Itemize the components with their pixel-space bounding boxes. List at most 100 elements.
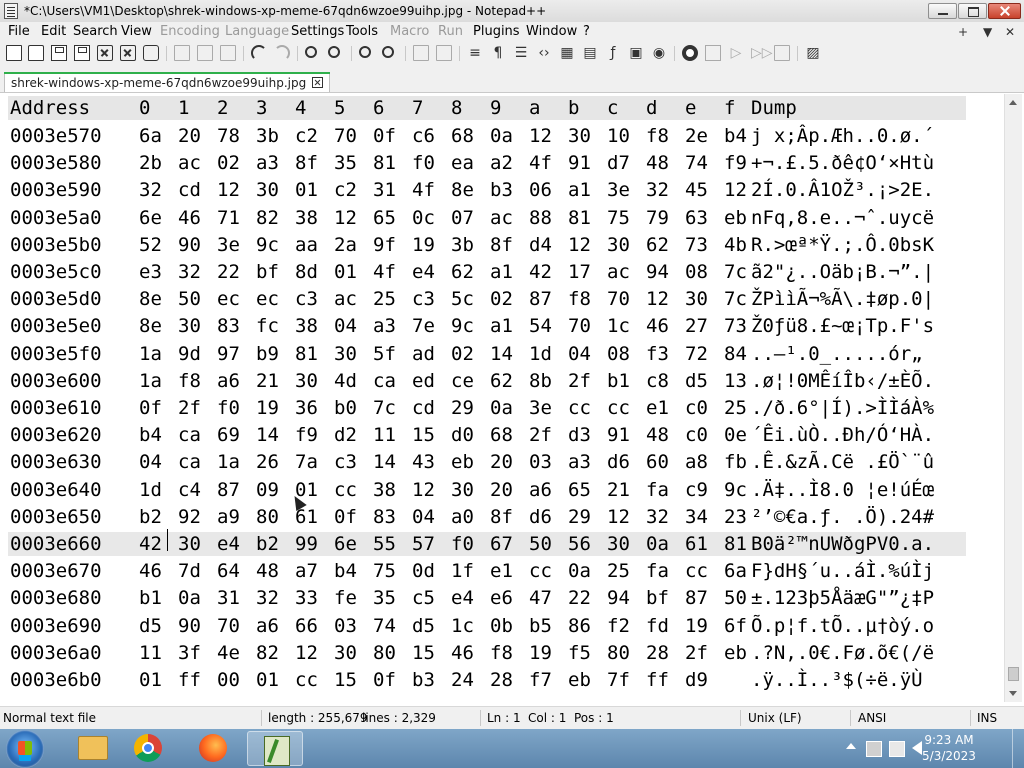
byte-cell[interactable]: 4e [217, 641, 240, 665]
byte-cell[interactable]: 1a [217, 450, 240, 474]
byte-cell[interactable]: 32 [646, 178, 669, 202]
byte-cell[interactable]: 81 [724, 532, 747, 556]
byte-cell[interactable]: a3 [568, 450, 591, 474]
row-dump[interactable]: +¬.£.5.ðê¢O‘×Htù [751, 151, 934, 175]
byte-cell[interactable]: 7c [724, 287, 747, 311]
byte-cell[interactable]: b3 [412, 668, 435, 692]
byte-cell[interactable]: fb [724, 450, 747, 474]
byte-cell[interactable]: 91 [568, 151, 591, 175]
byte-cell[interactable]: 52 [139, 233, 162, 257]
run-macro-multiple-icon[interactable]: ▷▷ [751, 45, 773, 61]
document-tab[interactable]: shrek-windows-xp-meme-67qdn6wzoe99uihp.j… [4, 72, 331, 92]
byte-cell[interactable]: 08 [607, 342, 630, 366]
byte-cell[interactable]: 0e [724, 423, 747, 447]
byte-cell[interactable]: 83 [217, 314, 240, 338]
menu-search[interactable]: Search [73, 24, 118, 39]
byte-cell[interactable]: ac [607, 260, 630, 284]
byte-cell[interactable]: 2e [685, 124, 708, 148]
byte-cell[interactable]: 12 [724, 178, 747, 202]
byte-cell[interactable]: 86 [568, 614, 591, 638]
byte-cell[interactable]: 6e [139, 206, 162, 230]
byte-cell[interactable]: 11 [139, 641, 162, 665]
byte-cell[interactable]: 75 [607, 206, 630, 230]
byte-cell[interactable]: 31 [373, 178, 396, 202]
byte-cell[interactable]: b0 [334, 396, 357, 420]
menu-help[interactable]: ? [583, 24, 590, 39]
byte-cell[interactable]: 23 [724, 505, 747, 529]
byte-cell[interactable]: e3 [139, 260, 162, 284]
byte-cell[interactable]: b1 [139, 586, 162, 610]
byte-cell[interactable]: 68 [451, 124, 474, 148]
byte-cell[interactable]: ad [412, 342, 435, 366]
byte-cell[interactable]: 30 [451, 478, 474, 502]
byte-cell[interactable]: e4 [217, 532, 240, 556]
menu-settings[interactable]: Settings [291, 24, 344, 39]
byte-cell[interactable]: f8 [490, 641, 513, 665]
byte-cell[interactable]: ac [490, 206, 513, 230]
byte-cell[interactable]: 01 [295, 178, 318, 202]
byte-cell[interactable]: 4d [334, 369, 357, 393]
record-macro-icon[interactable] [682, 45, 698, 61]
row-dump[interactable]: .ÿ..Ì..³$(÷ë.ÿÙ [751, 668, 923, 692]
byte-cell[interactable]: 63 [685, 206, 708, 230]
byte-cell[interactable]: 6e [334, 532, 357, 556]
byte-cell[interactable]: d9 [685, 668, 708, 692]
byte-cell[interactable]: a6 [529, 478, 552, 502]
byte-cell[interactable]: 10 [607, 124, 630, 148]
tab-list-dropdown-icon[interactable]: ▼ [983, 25, 992, 39]
byte-cell[interactable]: ca [178, 423, 201, 447]
byte-cell[interactable]: 4f [412, 178, 435, 202]
byte-cell[interactable]: a6 [217, 369, 240, 393]
hex-row[interactable]: 0003e610 0f 2f f0 19 36 b0 7c cd 29 0a 3e cc cc e1 c0 25… [8, 396, 966, 420]
byte-cell[interactable]: 1d [139, 478, 162, 502]
byte-cell[interactable]: 60 [646, 450, 669, 474]
byte-cell[interactable]: 2a [334, 233, 357, 257]
maximize-button[interactable] [958, 3, 987, 19]
byte-cell[interactable]: d5 [685, 369, 708, 393]
byte-cell[interactable]: 1d [529, 342, 552, 366]
byte-cell[interactable]: 25 [724, 396, 747, 420]
byte-cell[interactable]: 12 [217, 178, 240, 202]
byte-cell[interactable]: 28 [490, 668, 513, 692]
hex-row[interactable]: 0003e5e0 8e 30 83 fc 38 04 a3 7e 9c a1 54 70 1c 46 27 73… [8, 314, 966, 338]
byte-cell[interactable]: 81 [373, 151, 396, 175]
byte-cell[interactable]: 12 [412, 478, 435, 502]
undo-icon[interactable] [251, 45, 267, 61]
taskbar-firefox[interactable] [185, 731, 241, 766]
byte-cell[interactable]: 0d [412, 559, 435, 583]
scroll-down-arrow-icon[interactable] [1005, 685, 1022, 702]
byte-cell[interactable]: ec [217, 287, 240, 311]
byte-cell[interactable]: 61 [685, 532, 708, 556]
byte-cell[interactable]: 01 [256, 668, 279, 692]
zoom-out-icon[interactable] [382, 46, 394, 58]
byte-cell[interactable]: ea [451, 151, 474, 175]
byte-cell[interactable]: 14 [256, 423, 279, 447]
byte-cell[interactable]: a7 [295, 559, 318, 583]
byte-cell[interactable]: b5 [529, 614, 552, 638]
byte-cell[interactable]: eb [568, 668, 591, 692]
menu-view[interactable]: View [121, 24, 152, 39]
hex-row[interactable]: 0003e6a0 11 3f 4e 82 12 30 80 15 46 f8 19 f5 80 28 2f eb… [8, 641, 966, 665]
start-button-windows-icon[interactable] [6, 730, 44, 768]
close-document-icon[interactable]: ✕ [1005, 25, 1015, 39]
byte-cell[interactable]: 9f [373, 233, 396, 257]
byte-cell[interactable]: 04 [568, 342, 591, 366]
sync-vertical-icon[interactable] [413, 45, 429, 61]
byte-cell[interactable]: 83 [373, 505, 396, 529]
row-dump[interactable]: Õ.p¦f.tÕ..µ†òý.o [751, 614, 934, 638]
close-file-icon[interactable] [97, 45, 113, 61]
byte-cell[interactable]: 31 [217, 586, 240, 610]
byte-cell[interactable]: aa [295, 233, 318, 257]
playback-macro-icon[interactable]: ▷ [728, 45, 744, 61]
byte-cell[interactable]: 3e [529, 396, 552, 420]
cut-icon[interactable] [174, 45, 190, 61]
row-dump[interactable]: F}dH§´u..áÌ.%úÌj [751, 559, 934, 583]
byte-cell[interactable]: 12 [568, 233, 591, 257]
byte-cell[interactable]: 15 [412, 641, 435, 665]
byte-cell[interactable]: 81 [295, 342, 318, 366]
byte-cell[interactable]: 1f [451, 559, 474, 583]
trim-trailing-icon[interactable]: ▨ [805, 45, 821, 61]
byte-cell[interactable]: 74 [373, 614, 396, 638]
byte-cell[interactable]: f0 [412, 151, 435, 175]
row-dump[interactable]: ./ð.6°|Í).>ÌÌáÀ% [751, 396, 934, 420]
